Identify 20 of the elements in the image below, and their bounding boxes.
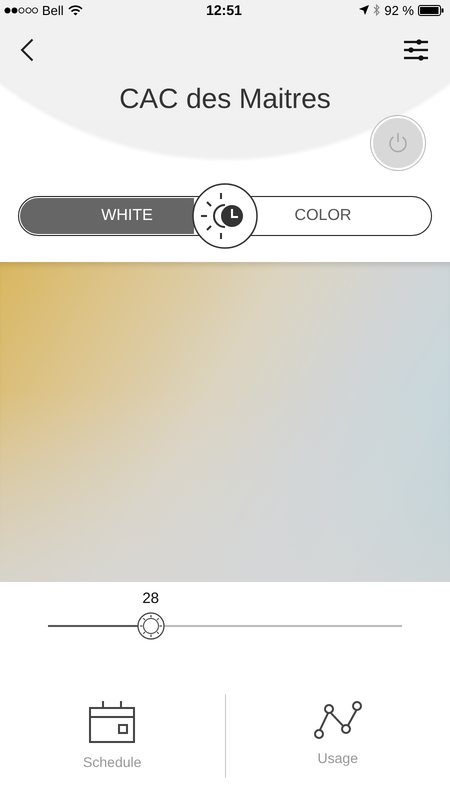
slider-value: 28 [142, 590, 159, 607]
bluetooth-icon [373, 4, 380, 16]
line-graph-icon [312, 700, 363, 740]
location-icon [359, 5, 370, 15]
color-temperature-area[interactable] [0, 262, 450, 582]
wifi-icon [68, 4, 83, 16]
slider-thumb[interactable] [136, 612, 165, 640]
carrier-name: Bell [42, 2, 64, 18]
back-button[interactable] [20, 38, 34, 62]
brightness-slider[interactable] [48, 612, 402, 640]
battery-icon [418, 4, 444, 16]
mode-tab[interactable]: COLOR [256, 198, 430, 234]
status-time: 12:51 [206, 2, 242, 18]
page-title: CAC des Maitres [118, 83, 332, 115]
mode-tab[interactable]: WHITE [20, 198, 194, 234]
calendar-icon [88, 700, 136, 744]
signal-icon [4, 6, 38, 14]
settings-button[interactable] [403, 39, 429, 61]
sun-clock-icon[interactable] [192, 183, 258, 249]
battery-percent: 92 % [384, 2, 414, 18]
